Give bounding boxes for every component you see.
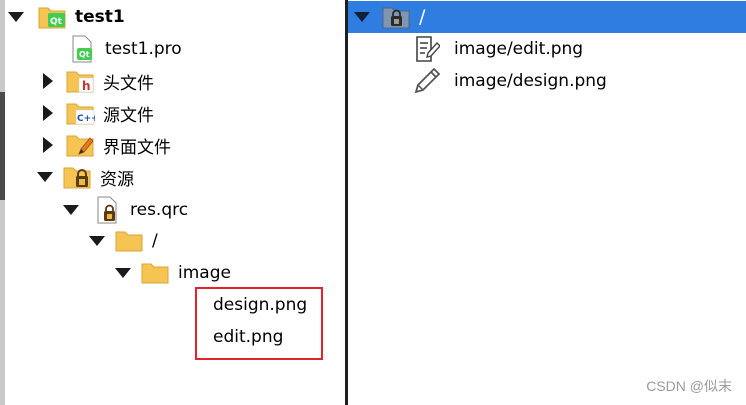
watermark: CSDN @似末 (646, 378, 732, 394)
qt-pro-file-icon: Qt (67, 34, 97, 64)
resource-prefix-label: / (419, 6, 426, 28)
project-tree-panel: Qt test1 Qt test1.pro h 头文件 C++ 源文件 界面文件… (5, 0, 345, 405)
tree-item-project[interactable]: Qt test1 (8, 2, 125, 32)
qrc-file-name: res.qrc (130, 200, 189, 220)
expand-toggle[interactable] (40, 103, 59, 123)
file-name: design.png (213, 295, 308, 315)
resources-folder-icon (62, 162, 92, 192)
resources-label: 资源 (100, 169, 134, 190)
svg-text:Qt: Qt (50, 17, 63, 27)
tree-item-file[interactable]: edit.png (213, 322, 283, 352)
prefix-label: / (152, 231, 158, 251)
project-name: test1 (75, 7, 125, 27)
resource-item-path: image/design.png (454, 71, 607, 91)
expand-toggle[interactable] (40, 71, 59, 91)
pencil-icon (412, 66, 442, 96)
expand-toggle[interactable] (89, 231, 108, 251)
tree-item-qrc-file[interactable]: res.qrc (63, 195, 188, 225)
tree-item-headers[interactable]: h 头文件 (40, 66, 154, 96)
resource-item[interactable]: image/design.png (412, 66, 607, 96)
pro-file-name: test1.pro (105, 39, 182, 59)
folder-icon (114, 226, 144, 256)
resource-editor-panel: / image/edit.png image/design.png (348, 0, 746, 405)
svg-text:Qt: Qt (79, 50, 90, 59)
folder-icon (140, 258, 170, 288)
tree-item-prefix[interactable]: / (89, 226, 158, 256)
forms-label: 界面文件 (103, 137, 171, 158)
resource-prefix-icon (381, 2, 411, 32)
svg-text:h: h (82, 79, 91, 93)
image-folder-label: image (178, 263, 231, 283)
file-name: edit.png (213, 327, 284, 347)
expand-toggle[interactable] (37, 167, 56, 187)
edit-document-icon (412, 34, 442, 64)
header-folder-icon: h (65, 66, 95, 96)
resource-item-path: image/edit.png (454, 39, 584, 59)
qrc-file-icon (92, 195, 122, 225)
resource-prefix-row-selected[interactable]: / (348, 1, 746, 33)
tree-item-resources[interactable]: 资源 (37, 162, 134, 192)
tree-item-forms[interactable]: 界面文件 (40, 130, 171, 160)
tree-item-pro-file[interactable]: Qt test1.pro (67, 34, 182, 64)
qt-project-icon: Qt (37, 2, 67, 32)
expand-toggle[interactable] (115, 263, 134, 283)
tree-item-image-folder[interactable]: image (115, 258, 231, 288)
source-folder-icon: C++ (65, 98, 95, 128)
sources-label: 源文件 (103, 105, 154, 126)
expand-toggle[interactable] (63, 200, 82, 220)
tree-item-file[interactable]: design.png (213, 290, 307, 320)
forms-folder-icon (65, 130, 95, 160)
expand-toggle[interactable] (8, 7, 27, 27)
svg-text:C++: C++ (77, 114, 95, 124)
expand-toggle[interactable] (354, 7, 373, 27)
expand-toggle[interactable] (40, 135, 59, 155)
resource-item[interactable]: image/edit.png (412, 34, 583, 64)
tree-item-sources[interactable]: C++ 源文件 (40, 98, 154, 128)
headers-label: 头文件 (103, 73, 154, 94)
